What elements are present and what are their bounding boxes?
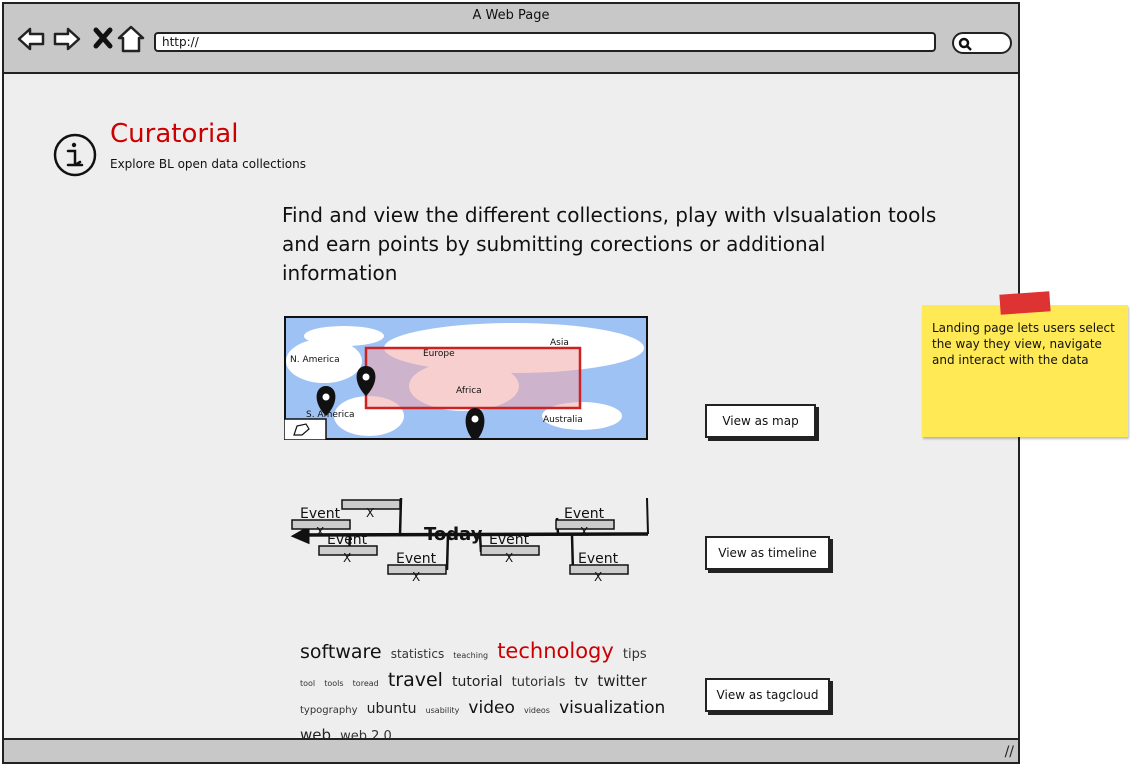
- tape-decoration: [999, 291, 1051, 315]
- map-label-asia: Asia: [550, 338, 569, 348]
- timeline-today: Today: [424, 524, 483, 545]
- map-preview[interactable]: N. America Europe Asia Africa S. America…: [284, 316, 648, 440]
- map-label-n-america: N. America: [290, 355, 340, 365]
- tag-item[interactable]: tutorials: [512, 675, 566, 690]
- address-bar[interactable]: http://: [154, 32, 936, 52]
- timeline-arrow-icon: [290, 525, 310, 545]
- tag-item[interactable]: tools: [324, 679, 343, 688]
- tag-item[interactable]: statistics: [391, 647, 445, 661]
- search-field[interactable]: [952, 32, 1012, 54]
- tag-item[interactable]: tv: [574, 674, 588, 690]
- close-icon[interactable]: X: [412, 570, 420, 582]
- tag-item[interactable]: teaching: [453, 651, 488, 660]
- tag-item[interactable]: tutorial: [452, 674, 503, 690]
- resize-grip-icon[interactable]: //: [1005, 744, 1014, 760]
- home-icon[interactable]: [116, 24, 146, 54]
- view-as-tagcloud-button[interactable]: View as tagcloud: [705, 678, 830, 712]
- tag-item[interactable]: travel: [388, 669, 443, 691]
- browser-window: A Web Page http:// Curatorial Explore BL…: [2, 2, 1020, 764]
- close-icon[interactable]: X: [366, 506, 374, 520]
- close-icon[interactable]: X: [580, 525, 588, 539]
- close-icon[interactable]: X: [505, 551, 513, 565]
- tag-item[interactable]: typography: [300, 705, 358, 716]
- info-icon: [53, 133, 97, 177]
- sticky-note-text: Landing page lets users select the way t…: [932, 321, 1115, 367]
- app-title: Curatorial: [110, 119, 239, 149]
- back-arrow-icon[interactable]: [16, 24, 46, 54]
- tag-item[interactable]: usability: [426, 706, 460, 715]
- tag-item[interactable]: twitter: [597, 672, 646, 690]
- tag-item[interactable]: videos: [524, 706, 550, 715]
- status-bar: //: [4, 738, 1018, 762]
- forward-arrow-icon[interactable]: [52, 24, 82, 54]
- intro-text: Find and view the different collections,…: [282, 203, 937, 285]
- title-bar: A Web Page http://: [4, 4, 1018, 74]
- window-title: A Web Page: [472, 8, 550, 23]
- tag-item[interactable]: visualization: [559, 698, 665, 718]
- close-icon[interactable]: [88, 24, 118, 54]
- tag-item[interactable]: tool: [300, 679, 315, 688]
- tag-item[interactable]: video: [468, 698, 514, 718]
- view-as-timeline-button[interactable]: View as timeline: [705, 536, 830, 570]
- map-label-europe: Europe: [423, 349, 455, 359]
- view-as-map-button[interactable]: View as map: [705, 404, 816, 438]
- tag-cloud: software statistics teaching technology …: [300, 639, 670, 749]
- map-label-africa: Africa: [456, 386, 482, 396]
- tag-item[interactable]: ubuntu: [367, 701, 417, 717]
- app-tagline: Explore BL open data collections: [110, 157, 307, 171]
- close-icon[interactable]: X: [594, 570, 602, 582]
- tag-item[interactable]: technology: [497, 639, 614, 663]
- timeline-preview[interactable]: Event X X Event X Today Event X Event X …: [286, 492, 656, 582]
- tag-item[interactable]: software: [300, 641, 382, 663]
- close-icon[interactable]: X: [343, 551, 351, 565]
- search-icon: [958, 37, 972, 51]
- sticky-note: Landing page lets users select the way t…: [922, 291, 1128, 437]
- close-icon[interactable]: X: [316, 525, 324, 539]
- tag-item[interactable]: tips: [623, 647, 647, 662]
- map-label-australia: Australia: [543, 415, 583, 425]
- tag-item[interactable]: toread: [353, 679, 379, 688]
